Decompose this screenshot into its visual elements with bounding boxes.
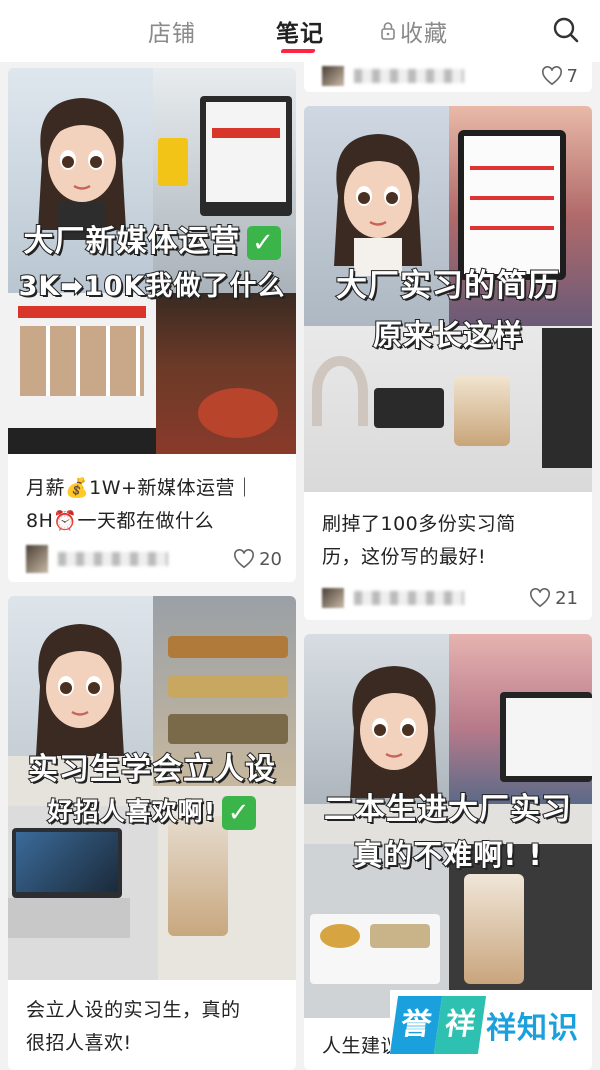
cover-caption: 好招人喜欢啊! ✓	[8, 792, 296, 830]
tab-shop-label: 店铺	[148, 21, 196, 47]
note-cover: 大厂新媒体运营 ✓ 3K➡10K我做了什么	[8, 68, 296, 454]
like-button[interactable]: 20	[233, 549, 282, 570]
author-name[interactable]	[58, 552, 168, 566]
author-name[interactable]	[354, 591, 464, 605]
lock-icon	[381, 22, 395, 40]
like-count: 20	[259, 548, 282, 570]
watermark-mark: 祥	[433, 996, 487, 1054]
note-title: 月薪💰1W+新媒体运营｜ 8H⏰一天都在做什么	[26, 477, 255, 532]
note-card[interactable]: 实习生学会立人设 好招人喜欢啊! ✓ 会立人设的实习生，真的 很招人喜欢!	[8, 596, 296, 1070]
check-icon: ✓	[246, 225, 281, 260]
note-meta: 7	[322, 62, 578, 90]
like-button[interactable]: 21	[529, 588, 578, 609]
tab-notes-label: 笔记	[276, 21, 324, 47]
avatar[interactable]	[26, 545, 48, 573]
cover-caption: 真的不难啊! !	[352, 837, 543, 873]
cartoon-girl-illustration	[36, 624, 124, 756]
cartoon-girl-illustration	[350, 666, 438, 798]
search-icon[interactable]	[552, 16, 580, 44]
note-card[interactable]: 7	[304, 62, 592, 92]
like-button[interactable]: 7	[541, 66, 578, 87]
watermark-logo: 誉 祥 祥知识	[389, 990, 592, 1060]
cover-caption: 大厂新媒体运营 ✓	[8, 216, 296, 260]
tab-collect-label: 收藏	[400, 21, 448, 47]
cover-caption: 3K➡10K我做了什么	[18, 270, 286, 303]
avatar[interactable]	[322, 588, 344, 608]
cover-caption: 原来长这样	[372, 317, 523, 353]
tab-notes[interactable]: 笔记	[276, 14, 324, 48]
note-cover: 大厂实习的简历 原来长这样	[304, 106, 592, 492]
note-meta: 20	[26, 545, 282, 573]
note-card[interactable]: 大厂实习的简历 原来长这样 刷掉了100多份实习简 历，这份写的最好! 21	[304, 106, 592, 620]
note-title: 刷掉了100多份实习简 历，这份写的最好!	[322, 513, 516, 568]
cover-caption: 实习生学会立人设	[27, 751, 276, 788]
watermark-text: 祥知识	[486, 1011, 579, 1046]
avatar[interactable]	[322, 66, 344, 86]
note-card[interactable]: 大厂新媒体运营 ✓ 3K➡10K我做了什么 月薪💰1W+新媒体运营｜ 8H⏰一天都…	[8, 68, 296, 582]
note-title: 会立人设的实习生，真的 很招人喜欢!	[26, 999, 241, 1054]
top-tab-bar: 店铺 笔记 收藏	[0, 0, 600, 62]
note-cover: 二本生进大厂实习 真的不难啊! !	[304, 634, 592, 1018]
heart-icon	[530, 588, 551, 608]
tab-shop[interactable]: 店铺	[148, 14, 196, 48]
heart-icon	[541, 66, 562, 86]
check-icon: ✓	[222, 796, 257, 830]
cover-caption: 大厂实习的简历	[335, 267, 560, 305]
cover-caption: 二本生进大厂实习	[323, 791, 572, 828]
active-tab-indicator	[280, 49, 316, 53]
author-name[interactable]	[354, 69, 464, 83]
like-count: 7	[566, 65, 578, 87]
like-count: 21	[555, 587, 578, 609]
note-cover: 实习生学会立人设 好招人喜欢啊! ✓	[8, 596, 296, 980]
tab-collect[interactable]: 收藏	[380, 14, 448, 48]
note-meta: 21	[322, 584, 578, 612]
heart-icon	[234, 549, 255, 569]
cartoon-girl-illustration	[334, 134, 422, 276]
